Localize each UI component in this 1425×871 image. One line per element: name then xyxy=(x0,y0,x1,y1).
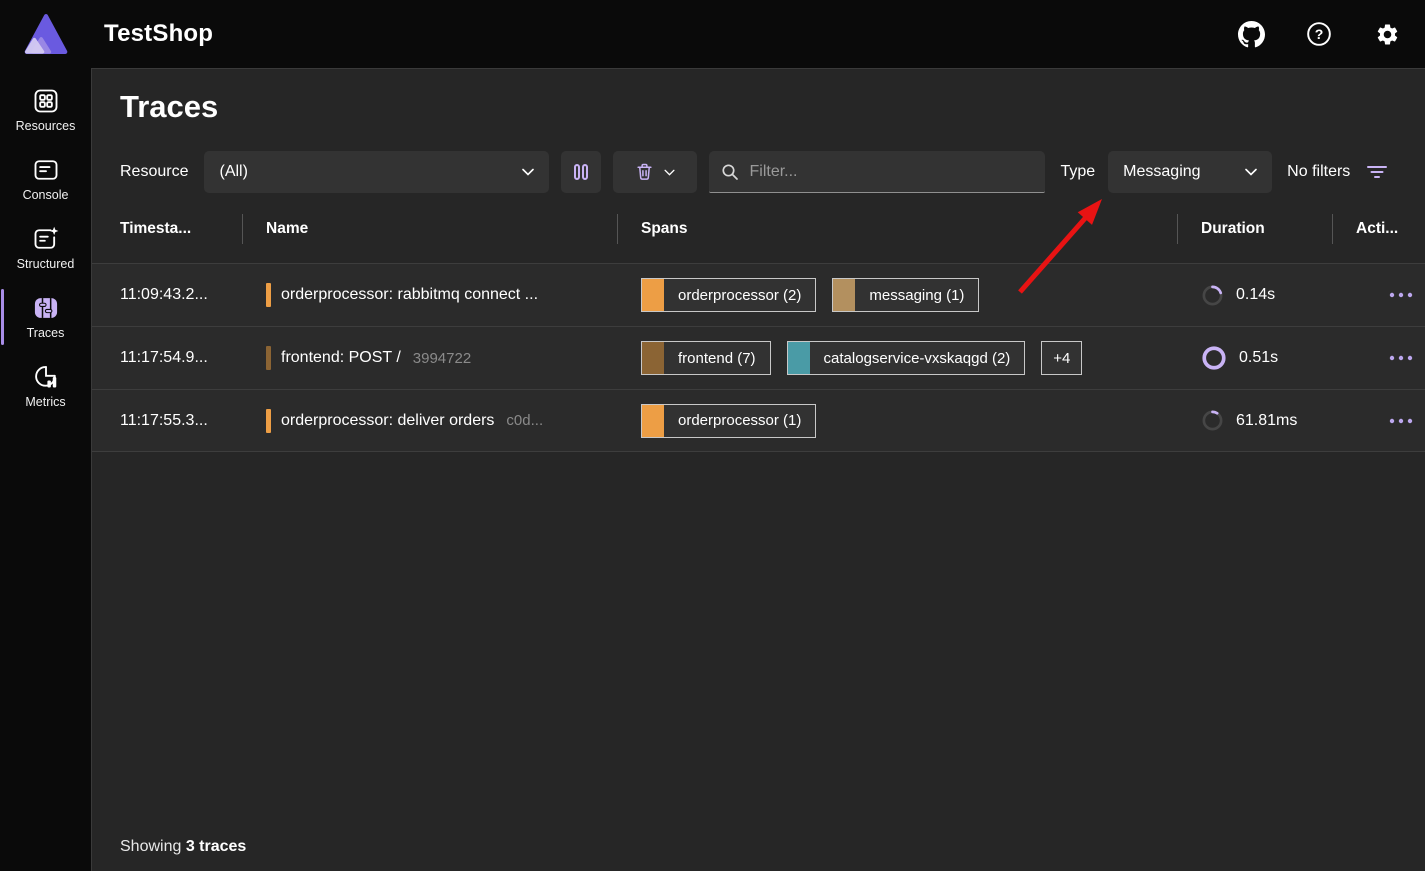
chevron-down-icon xyxy=(1245,168,1257,176)
traces-count-summary: Showing 3 traces xyxy=(120,838,246,856)
sidebar-item-structured[interactable]: Structured xyxy=(0,216,91,280)
type-label: Type xyxy=(1060,163,1095,181)
column-header-actions: Acti... xyxy=(1332,205,1425,253)
span-badge-label: orderprocessor (1) xyxy=(664,412,815,429)
chevron-down-icon xyxy=(522,168,534,176)
sidebar-item-label: Console xyxy=(23,188,69,202)
table-row[interactable]: 11:17:55.3... orderprocessor: deliver or… xyxy=(92,389,1425,452)
console-icon xyxy=(32,156,60,184)
traces-table-header: Timesta... Name Spans Duration Acti... xyxy=(92,205,1425,253)
trace-duration: 0.14s xyxy=(1236,286,1275,304)
table-row[interactable]: 11:17:54.9... frontend: POST / 3994722 f… xyxy=(92,326,1425,389)
no-filters-label: No filters xyxy=(1287,163,1350,181)
trace-name-id: c0d... xyxy=(506,412,543,429)
traces-toolbar: Resource (All) xyxy=(120,151,1425,193)
column-header-name: Name xyxy=(242,205,617,253)
resource-label: Resource xyxy=(120,163,188,181)
span-overflow-badge[interactable]: +4 xyxy=(1041,341,1082,375)
trace-name: orderprocessor: rabbitmq connect ... xyxy=(281,286,538,304)
span-badge[interactable]: frontend (7) xyxy=(641,341,771,375)
sidebar-item-resources[interactable]: Resources xyxy=(0,78,91,142)
column-header-timestamp: Timesta... xyxy=(120,205,242,253)
sidebar-item-console[interactable]: Console xyxy=(0,147,91,211)
sidebar-item-traces[interactable]: Traces xyxy=(0,285,91,349)
sidebar-item-label: Resources xyxy=(16,119,76,133)
traces-icon xyxy=(32,294,60,322)
span-badge-label: frontend (7) xyxy=(664,350,770,367)
span-color-block xyxy=(833,279,855,311)
span-color-block xyxy=(642,342,664,374)
trace-spans: frontend (7) catalogservice-vxskaqgd (2) +… xyxy=(641,341,1082,375)
row-actions-button[interactable] xyxy=(1388,291,1414,299)
svg-text:?: ? xyxy=(1315,26,1324,42)
pause-icon xyxy=(573,163,589,181)
main-content: Traces Resource (All) xyxy=(91,68,1425,871)
span-badge[interactable]: orderprocessor (2) xyxy=(641,278,816,312)
search-icon xyxy=(721,163,739,181)
filter-icon xyxy=(1366,164,1388,180)
trace-filter-input[interactable] xyxy=(749,163,1033,181)
duration-ring xyxy=(1201,284,1224,307)
filters-button[interactable] xyxy=(1366,164,1388,180)
trace-rows: 11:09:43.2... orderprocessor: rabbitmq c… xyxy=(92,263,1425,452)
trace-color-marker xyxy=(266,346,271,370)
ellipsis-icon xyxy=(1388,354,1414,362)
resource-select[interactable]: (All) xyxy=(204,151,549,193)
span-badge[interactable]: messaging (1) xyxy=(832,278,979,312)
span-badge[interactable]: catalogservice-vxskaqgd (2) xyxy=(787,341,1026,375)
help-icon[interactable]: ? xyxy=(1305,20,1333,48)
traces-count: 3 traces xyxy=(186,838,247,855)
trace-spans: orderprocessor (2) messaging (1) xyxy=(641,278,979,312)
ellipsis-icon xyxy=(1388,291,1414,299)
trace-filter-box xyxy=(709,151,1045,193)
trace-name-id: 3994722 xyxy=(413,350,471,367)
trace-name: orderprocessor: deliver orders xyxy=(281,412,494,430)
github-icon[interactable] xyxy=(1237,20,1265,48)
sidebar-item-metrics[interactable]: Metrics xyxy=(0,354,91,418)
type-select-value: Messaging xyxy=(1123,163,1200,181)
ellipsis-icon xyxy=(1388,417,1414,425)
structured-icon xyxy=(32,225,60,253)
nav-sidebar: Resources Console Structured xyxy=(0,68,91,871)
trace-timestamp: 11:17:54.9... xyxy=(120,327,242,389)
trace-timestamp: 11:09:43.2... xyxy=(120,264,242,326)
sidebar-item-label: Traces xyxy=(27,326,65,340)
duration-ring xyxy=(1201,409,1224,432)
trace-name: frontend: POST / xyxy=(281,349,401,367)
column-header-spans: Spans xyxy=(617,205,1177,253)
trash-icon xyxy=(635,162,654,182)
sidebar-item-label: Metrics xyxy=(25,395,65,409)
aspire-logo xyxy=(0,14,91,54)
trace-timestamp: 11:17:55.3... xyxy=(120,390,242,451)
span-color-block xyxy=(642,405,664,437)
app-title: TestShop xyxy=(104,20,213,48)
trace-color-marker xyxy=(266,283,271,307)
span-badge-label: messaging (1) xyxy=(855,287,978,304)
resource-select-value: (All) xyxy=(219,163,247,181)
span-badge[interactable]: orderprocessor (1) xyxy=(641,404,816,438)
top-bar: TestShop ? xyxy=(0,0,1425,68)
pause-button[interactable] xyxy=(561,151,601,193)
table-row[interactable]: 11:09:43.2... orderprocessor: rabbitmq c… xyxy=(92,263,1425,326)
span-badge-label: catalogservice-vxskaqgd (2) xyxy=(810,350,1025,367)
page-title: Traces xyxy=(92,69,1425,125)
duration-ring xyxy=(1201,345,1227,371)
trace-duration: 61.81ms xyxy=(1236,412,1297,430)
trace-spans: orderprocessor (1) xyxy=(641,404,816,438)
span-color-block xyxy=(642,279,664,311)
resources-icon xyxy=(32,87,60,115)
metrics-icon xyxy=(32,363,60,391)
settings-icon[interactable] xyxy=(1373,20,1401,48)
type-select[interactable]: Messaging xyxy=(1108,151,1272,193)
chevron-down-icon xyxy=(664,169,675,176)
row-actions-button[interactable] xyxy=(1388,354,1414,362)
trace-duration: 0.51s xyxy=(1239,349,1278,367)
column-header-duration: Duration xyxy=(1177,205,1332,253)
trace-color-marker xyxy=(266,409,271,433)
remove-traces-button[interactable] xyxy=(613,151,697,193)
span-color-block xyxy=(788,342,810,374)
sidebar-item-label: Structured xyxy=(17,257,75,271)
row-actions-button[interactable] xyxy=(1388,417,1414,425)
span-badge-label: orderprocessor (2) xyxy=(664,287,815,304)
